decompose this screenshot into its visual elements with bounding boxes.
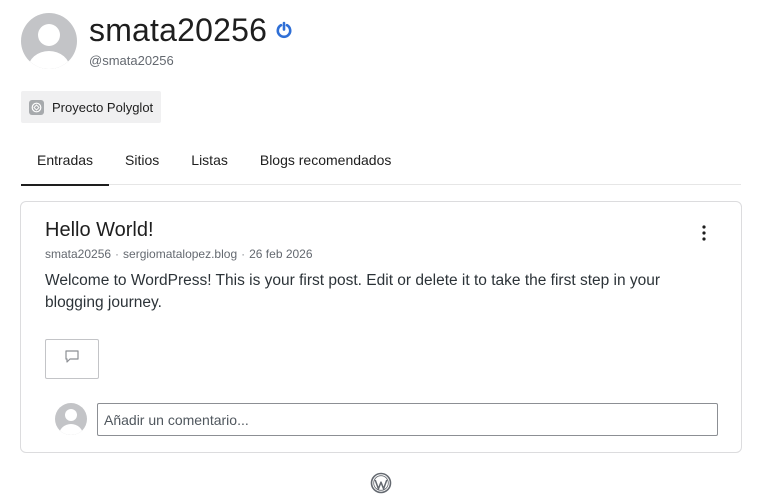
avatar[interactable] (21, 13, 77, 69)
more-options-icon[interactable] (697, 224, 711, 242)
post-excerpt: Welcome to WordPress! This is your first… (45, 272, 661, 311)
site-badge-label: Proyecto Polyglot (52, 99, 154, 115)
post-author[interactable]: smata20256 (45, 247, 111, 261)
post-meta: smata20256 · sergiomatalopez.blog · 26 f… (45, 247, 313, 261)
tab-blogs-recomendados[interactable]: Blogs recomendados (244, 143, 408, 185)
site-badge[interactable]: Proyecto Polyglot (21, 91, 161, 123)
profile-handle: @smata20256 (89, 53, 174, 68)
post-site[interactable]: sergiomatalopez.blog (123, 247, 237, 261)
profile-tabs: Entradas Sitios Listas Blogs recomendado… (21, 143, 741, 186)
post-title[interactable]: Hello World! (45, 219, 154, 242)
profile-name-row: smata20256 (89, 13, 293, 47)
power-icon (275, 21, 293, 39)
post-card: Hello World! smata20256 · sergiomatalope… (20, 201, 742, 453)
tab-entradas[interactable]: Entradas (21, 143, 110, 186)
meta-separator: · (241, 247, 246, 261)
post-date: 26 feb 2026 (249, 247, 313, 261)
reader-profile-page: smata20256 @smata20256 Proyecto Polyglot… (0, 0, 769, 504)
tab-listas[interactable]: Listas (175, 143, 244, 185)
wordpress-logo-icon (370, 472, 392, 494)
commenter-avatar (55, 403, 87, 435)
comment-input[interactable] (97, 403, 718, 436)
meta-separator: · (115, 247, 120, 261)
comment-icon (64, 349, 80, 369)
profile-display-name: smata20256 (89, 12, 268, 48)
profile-header: smata20256 @smata20256 (21, 13, 293, 69)
comment-button[interactable] (45, 339, 99, 379)
tab-sitios[interactable]: Sitios (109, 143, 175, 185)
profile-name-block: smata20256 @smata20256 (89, 13, 293, 68)
site-icon (29, 99, 44, 115)
